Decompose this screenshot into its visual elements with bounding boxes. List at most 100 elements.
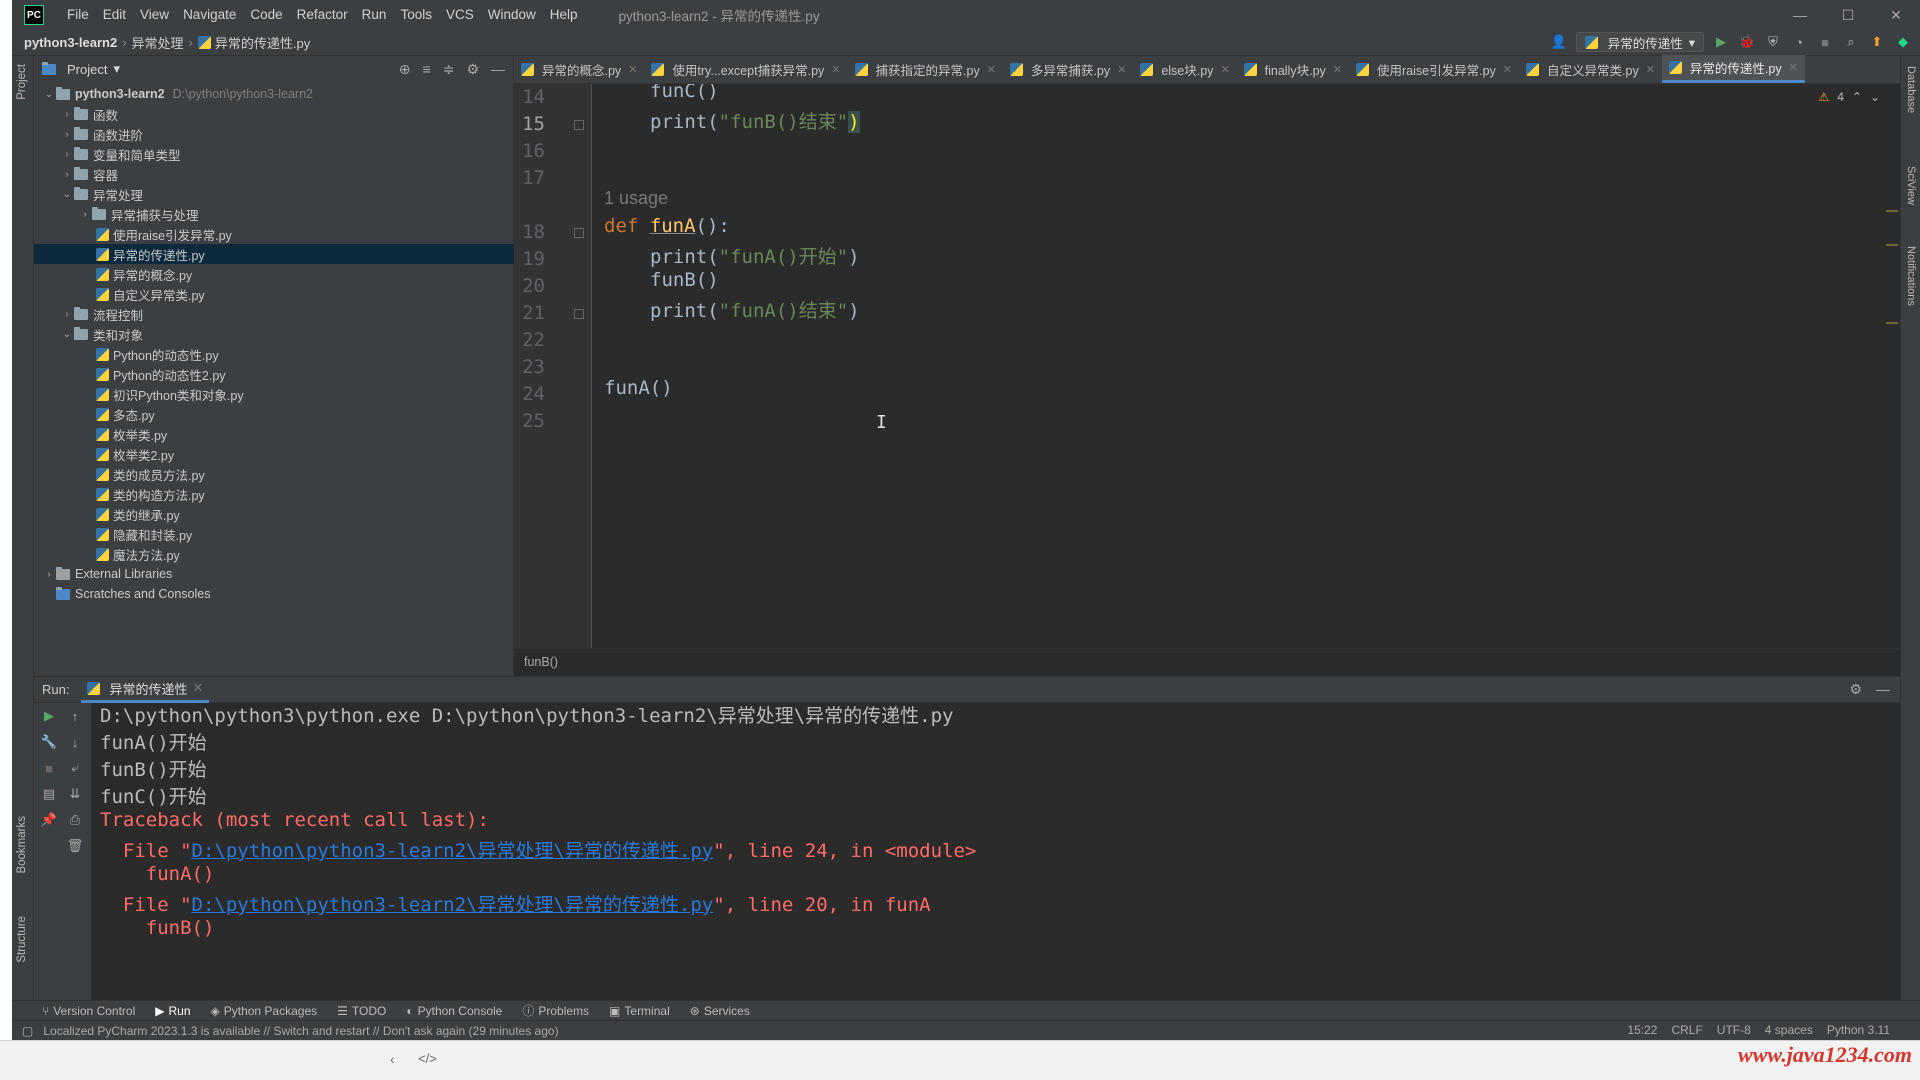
scroll-down-icon[interactable]: ↓ (66, 733, 84, 751)
close-icon[interactable]: ✕ (1646, 63, 1655, 76)
menu-tools[interactable]: Tools (393, 0, 439, 30)
tree-item[interactable]: ⌄ python3-learn2 D:\python\python3-learn2 (34, 84, 514, 104)
tree-item[interactable]: 枚举类.py (34, 424, 514, 444)
close-icon[interactable]: ✕ (1503, 63, 1512, 76)
fold-marker-icon[interactable] (574, 228, 584, 238)
tree-item[interactable]: ⌄ 类和对象 (34, 324, 514, 344)
menu-help[interactable]: Help (543, 0, 585, 30)
tool-todo[interactable]: ☰ TODO (337, 1004, 386, 1018)
tree-item[interactable]: ⌄ 异常处理 (34, 184, 514, 204)
scroll-marker[interactable] (1886, 322, 1898, 324)
chevron-right-icon[interactable]: › (60, 309, 74, 320)
editor-tab[interactable]: 多异常捕获.py ✕ (1003, 55, 1133, 83)
menu-view[interactable]: View (133, 0, 176, 30)
file-encoding[interactable]: UTF-8 (1717, 1023, 1751, 1037)
tree-item[interactable]: 自定义异常类.py (34, 284, 514, 304)
update-notification[interactable]: Localized PyCharm 2023.1.3 is available … (43, 1024, 558, 1038)
menu-file[interactable]: File (60, 0, 96, 30)
tool-problems[interactable]: ⓘ Problems (522, 1002, 589, 1019)
close-icon[interactable]: ✕ (831, 63, 840, 76)
coverage-icon[interactable]: ⛨ (1764, 33, 1782, 51)
collapse-all-icon[interactable]: ≑ (443, 61, 455, 78)
menu-window[interactable]: Window (481, 0, 543, 30)
close-icon[interactable]: ✕ (1872, 0, 1920, 30)
tree-item[interactable]: Python的动态性2.py (34, 364, 514, 384)
chevron-right-icon[interactable]: › (78, 209, 92, 220)
console-output[interactable]: D:\python\python3\python.exe D:\python\p… (100, 703, 1890, 1001)
menu-vcs[interactable]: VCS (439, 0, 481, 30)
close-icon[interactable]: ✕ (192, 680, 203, 696)
project-tool-label[interactable]: Project (16, 64, 28, 100)
minimize-icon[interactable]: — (1776, 0, 1824, 30)
bookmarks-tool-label[interactable]: Bookmarks (16, 816, 28, 874)
run-tab[interactable]: 异常的传递性 ✕ (81, 677, 210, 703)
chevron-down-icon[interactable]: ▾ (113, 61, 120, 77)
fold-marker-icon[interactable] (574, 309, 584, 319)
status-toggle-icon[interactable]: ▢ (22, 1024, 33, 1038)
chevron-down-icon[interactable]: ⌄ (60, 189, 74, 200)
rerun-icon[interactable]: ▶ (40, 707, 58, 725)
traceback-file-link[interactable]: D:\python\python3-learn2\异常处理\异常的传递性.py (192, 840, 714, 862)
editor-tab[interactable]: 异常的传递性.py ✕ (1661, 55, 1805, 83)
line-separator[interactable]: CRLF (1671, 1023, 1702, 1037)
chevron-right-icon[interactable]: › (60, 129, 74, 140)
chevron-down-icon[interactable]: ⌄ (1870, 90, 1880, 104)
sciview-tool-label[interactable]: SciView (1905, 166, 1917, 205)
editor-tab[interactable]: finally块.py ✕ (1237, 55, 1349, 83)
editor-tab[interactable]: 异常的概念.py ✕ (514, 55, 644, 83)
tree-item[interactable]: Scratches and Consoles (34, 584, 514, 604)
tool-version-control[interactable]: ⑂ Version Control (42, 1004, 135, 1018)
code-icon[interactable]: </> (418, 1051, 437, 1066)
breadcrumb-file[interactable]: 异常的传递性.py (215, 33, 310, 52)
expand-all-icon[interactable]: ≡ (423, 61, 431, 78)
inspection-widget[interactable]: ⚠ 4 ⌃ ⌄ (1818, 90, 1880, 104)
code-editor[interactable]: funC() print("funB()结束") 1 usage def fun… (592, 84, 1892, 648)
tool-services[interactable]: ⊛ Services (690, 1004, 750, 1018)
structure-tool-label[interactable]: Structure (16, 916, 28, 963)
close-icon[interactable]: ✕ (987, 63, 996, 76)
usage-hint[interactable]: 1 usage (604, 188, 668, 209)
editor-tab[interactable]: 自定义异常类.py ✕ (1519, 55, 1662, 83)
stop-icon[interactable]: ■ (1816, 33, 1834, 51)
user-icon[interactable]: 👤 (1550, 33, 1568, 51)
tree-item[interactable]: 类的成员方法.py (34, 464, 514, 484)
menu-refactor[interactable]: Refactor (290, 0, 355, 30)
database-tool-label[interactable]: Database (1905, 66, 1917, 113)
maximize-icon[interactable]: ☐ (1824, 0, 1872, 30)
close-icon[interactable]: ✕ (1789, 61, 1798, 74)
breadcrumb-folder[interactable]: 异常处理 (132, 33, 184, 52)
project-view-selector[interactable]: Project (67, 62, 107, 77)
soft-wrap-icon[interactable]: ⤶ (66, 759, 84, 777)
tree-item[interactable]: › 函数进阶 (34, 124, 514, 144)
run-config-selector[interactable]: 异常的传递性 ▾ (1575, 32, 1704, 52)
update-icon[interactable]: ⬆ (1868, 33, 1886, 51)
wrench-icon[interactable]: 🔧 (40, 733, 58, 751)
hide-icon[interactable]: — (1876, 681, 1890, 698)
trash-icon[interactable]: 🗑 (66, 837, 84, 855)
plugin-icon[interactable]: ◆ (1894, 33, 1912, 51)
interpreter-selector[interactable]: Python 3.11 (1827, 1023, 1890, 1037)
traceback-file-link[interactable]: D:\python\python3-learn2\异常处理\异常的传递性.py (192, 894, 714, 916)
chevron-right-icon[interactable]: › (60, 109, 74, 120)
scroll-marker[interactable] (1886, 244, 1898, 246)
menu-edit[interactable]: Edit (96, 0, 133, 30)
chevron-up-icon[interactable]: ⌃ (1852, 90, 1862, 104)
close-icon[interactable]: ✕ (1117, 63, 1126, 76)
tree-item[interactable]: 隐藏和封装.py (34, 524, 514, 544)
chevron-right-icon[interactable]: › (60, 149, 74, 160)
tree-item[interactable]: › 异常捕获与处理 (34, 204, 514, 224)
tree-item[interactable]: 异常的概念.py (34, 264, 514, 284)
pin-icon[interactable]: 📌 (40, 811, 58, 829)
debug-icon[interactable]: 🐞 (1738, 33, 1756, 51)
chevron-right-icon[interactable]: › (60, 169, 74, 180)
gear-icon[interactable]: ⚙ (466, 61, 479, 78)
tree-item[interactable]: › 变量和简单类型 (34, 144, 514, 164)
tree-item[interactable]: 魔法方法.py (34, 544, 514, 564)
layout-icon[interactable]: ▤ (40, 785, 58, 803)
profile-icon[interactable]: ◔ (1790, 33, 1808, 51)
tree-item[interactable]: 多态.py (34, 404, 514, 424)
print-icon[interactable]: ⎙ (66, 811, 84, 829)
locate-icon[interactable]: ⊕ (399, 61, 411, 78)
tool-terminal[interactable]: ▣ Terminal (609, 1004, 670, 1018)
notifications-tool-label[interactable]: Notifications (1905, 246, 1917, 306)
